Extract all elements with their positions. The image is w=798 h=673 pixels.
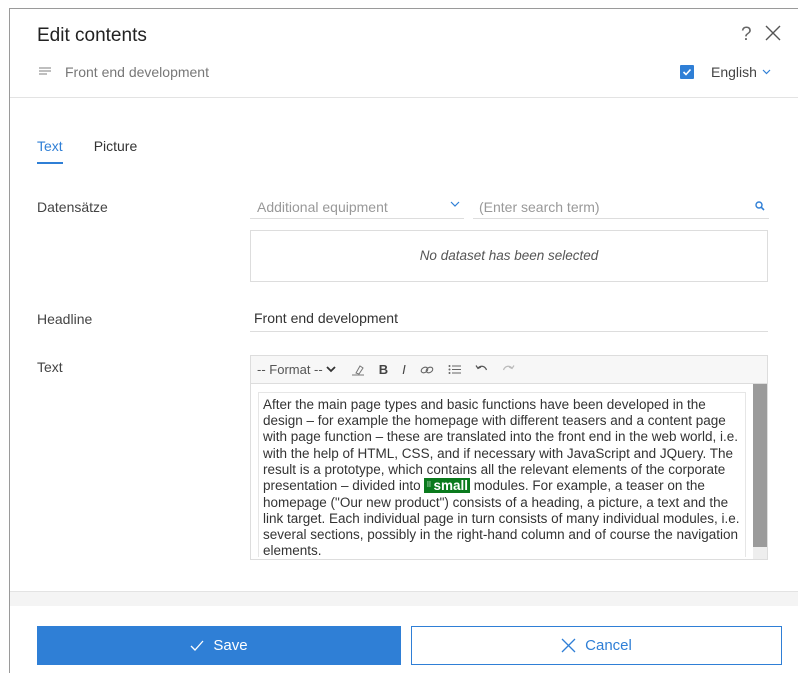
chevron-down-icon [326, 366, 336, 373]
check-icon [682, 68, 692, 76]
check-icon [190, 640, 204, 651]
editor-scrollbar[interactable] [753, 384, 767, 559]
format-label: -- Format -- [257, 362, 323, 377]
italic-button[interactable]: I [402, 362, 406, 377]
subtitle-text: Front end development [65, 64, 209, 80]
link-icon[interactable] [420, 364, 434, 376]
editor-content-area[interactable]: After the main page types and basic func… [251, 384, 767, 559]
datasets-label: Datensätze [37, 199, 108, 215]
tab-picture[interactable]: Picture [94, 138, 138, 164]
dataset-type-select[interactable]: Additional equipment [250, 196, 464, 219]
dialog-body: Text Picture Datensätze Additional equip… [10, 98, 798, 591]
search-placeholder: (Enter search term) [479, 199, 600, 215]
dataset-type-value: Additional equipment [257, 199, 388, 215]
language-label: English [711, 64, 757, 80]
edit-contents-dialog: Edit contents ? Front end development En… [9, 8, 798, 673]
highlight-text: small [433, 478, 469, 494]
close-icon[interactable] [763, 23, 783, 45]
format-select[interactable]: -- Format -- [257, 362, 336, 377]
language-checkbox[interactable] [680, 65, 694, 79]
chevron-down-icon [450, 201, 460, 207]
dialog-title: Edit contents [37, 25, 147, 46]
help-button[interactable]: ? [741, 24, 752, 46]
dataset-search-input[interactable]: (Enter search term) [473, 196, 769, 219]
chevron-down-icon [762, 69, 771, 75]
editor-text[interactable]: After the main page types and basic func… [258, 392, 746, 557]
footer-divider [10, 591, 798, 606]
bold-button[interactable]: B [379, 362, 388, 377]
highlighted-word: ⠿ small [424, 478, 471, 494]
editor-toolbar: -- Format -- B I [251, 356, 767, 384]
close-icon [561, 638, 576, 653]
headline-input[interactable]: Front end development [250, 307, 768, 332]
dialog-header: Edit contents ? Front end development En… [10, 9, 798, 98]
scrollbar-thumb[interactable] [753, 384, 767, 547]
rich-text-editor: -- Format -- B I After the main page typ… [250, 355, 768, 560]
empty-dataset-message: No dataset has been selected [250, 230, 768, 282]
text-label: Text [37, 359, 63, 375]
breadcrumb: Front end development [39, 64, 209, 80]
tab-text[interactable]: Text [37, 138, 63, 164]
save-label: Save [213, 637, 248, 654]
headline-label: Headline [37, 311, 93, 327]
save-button[interactable]: Save [37, 626, 401, 665]
tab-bar: Text Picture [37, 138, 168, 164]
search-icon[interactable] [755, 201, 765, 211]
language-selector[interactable]: English [680, 64, 771, 80]
redo-icon[interactable] [502, 364, 515, 375]
cancel-button[interactable]: Cancel [411, 626, 782, 665]
cancel-label: Cancel [585, 637, 632, 654]
undo-icon[interactable] [475, 364, 488, 375]
bulleted-list-icon[interactable] [448, 364, 461, 375]
text-lines-icon [39, 67, 51, 75]
clear-format-icon[interactable] [351, 364, 365, 376]
paragraph-marker-icon: ⠿ [426, 482, 432, 490]
